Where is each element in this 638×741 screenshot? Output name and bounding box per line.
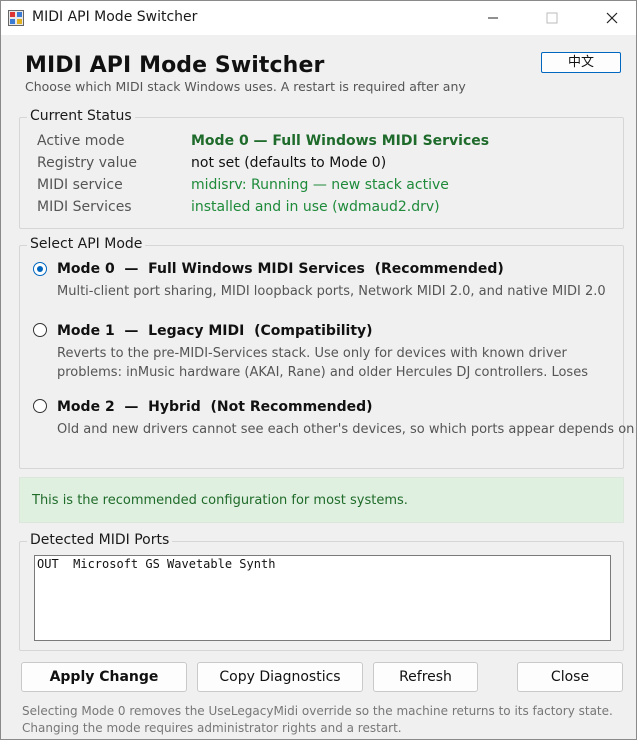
footer-note: Selecting Mode 0 removes the UseLegacyMi… bbox=[22, 703, 613, 737]
select-mode-group: Select API Mode Mode 0 — Full Windows MI… bbox=[19, 236, 634, 469]
maximize-icon bbox=[546, 12, 558, 24]
mode-0-title[interactable]: Mode 0 — Full Windows MIDI Services (Rec… bbox=[57, 261, 504, 277]
title-bar[interactable]: MIDI API Mode Switcher bbox=[1, 1, 636, 35]
info-banner: This is the recommended configuration fo… bbox=[19, 477, 624, 523]
mode-2-title[interactable]: Mode 2 — Hybrid (Not Recommended) bbox=[57, 399, 373, 415]
midi-service-value: midisrv: Running — new stack active bbox=[191, 177, 449, 193]
maximize-button bbox=[529, 1, 575, 35]
port-line: OUT Microsoft GS Wavetable Synth bbox=[37, 557, 276, 571]
active-mode-value: Mode 0 — Full Windows MIDI Services bbox=[191, 133, 490, 149]
close-window-button[interactable] bbox=[589, 1, 635, 35]
mode-1-title[interactable]: Mode 1 — Legacy MIDI (Compatibility) bbox=[57, 323, 373, 339]
close-icon bbox=[606, 12, 618, 24]
midi-services-key: MIDI Services bbox=[37, 199, 132, 215]
mode-1-description-line-2: problems: inMusic hardware (AKAI, Rane) … bbox=[57, 365, 588, 380]
minimize-button[interactable] bbox=[470, 1, 516, 35]
registry-key: Registry value bbox=[37, 155, 138, 171]
page-subtitle: Choose which MIDI stack Windows uses. A … bbox=[25, 79, 466, 94]
footer-line-2: Changing the mode requires administrator… bbox=[22, 721, 402, 735]
mode-2-description: Old and new drivers cannot see each othe… bbox=[57, 422, 635, 437]
refresh-button[interactable]: Refresh bbox=[373, 662, 478, 692]
app-window: MIDI API Mode Switcher MIDI API Mode Swi… bbox=[0, 0, 637, 740]
close-button[interactable]: Close bbox=[517, 662, 623, 692]
language-toggle-button[interactable]: 中文 bbox=[541, 52, 621, 73]
registry-value: not set (defaults to Mode 0) bbox=[191, 155, 387, 171]
ports-list[interactable]: OUT Microsoft GS Wavetable Synth bbox=[34, 555, 611, 641]
footer-line-1: Selecting Mode 0 removes the UseLegacyMi… bbox=[22, 704, 613, 718]
mode-0-radio[interactable] bbox=[33, 262, 47, 276]
mode-0-description: Multi-client port sharing, MIDI loopback… bbox=[57, 284, 606, 299]
midi-services-value: installed and in use (wdmaud2.drv) bbox=[191, 199, 440, 215]
mode-1-description-line-1: Reverts to the pre-MIDI-Services stack. … bbox=[57, 346, 567, 361]
midi-service-key: MIDI service bbox=[37, 177, 123, 193]
mode-2-radio[interactable] bbox=[33, 399, 47, 413]
window-title: MIDI API Mode Switcher bbox=[32, 9, 198, 25]
detected-ports-group: Detected MIDI Ports OUT Microsoft GS Wav… bbox=[19, 532, 624, 651]
apply-change-button[interactable]: Apply Change bbox=[21, 662, 187, 692]
content-area: MIDI API Mode Switcher Choose which MIDI… bbox=[1, 35, 636, 739]
mode-1-radio[interactable] bbox=[33, 323, 47, 337]
copy-diagnostics-button[interactable]: Copy Diagnostics bbox=[197, 662, 363, 692]
app-icon bbox=[8, 10, 24, 26]
current-status-group: Current Status Active mode Mode 0 — Full… bbox=[19, 108, 624, 229]
page-title: MIDI API Mode Switcher bbox=[25, 53, 325, 78]
select-mode-label: Select API Mode bbox=[27, 236, 146, 252]
minimize-icon bbox=[488, 17, 498, 19]
current-status-label: Current Status bbox=[27, 108, 135, 124]
detected-ports-label: Detected MIDI Ports bbox=[27, 532, 173, 548]
active-mode-key: Active mode bbox=[37, 133, 125, 149]
